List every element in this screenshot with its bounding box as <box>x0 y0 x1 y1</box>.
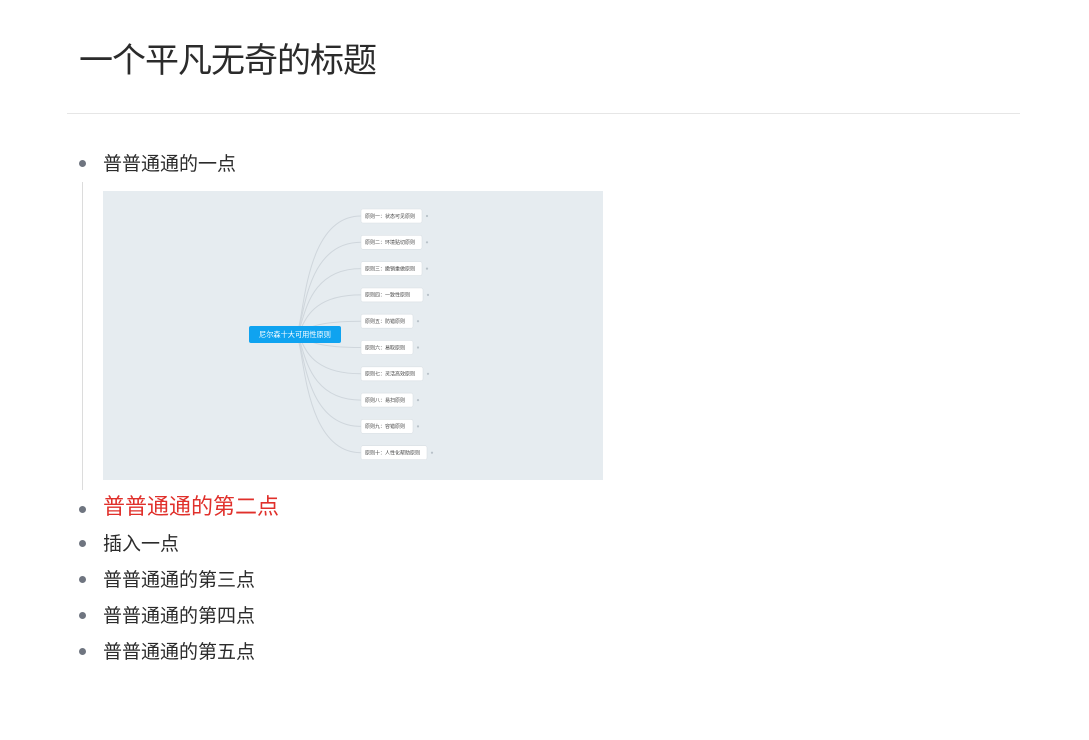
mindmap-connector <box>294 215 362 335</box>
list-item[interactable]: 普普通通的一点 原则一：状态可见原则 原则二：环境贴切原则 原则三：撤销重做原则 原则… <box>72 146 672 490</box>
mindmap-expand-dot-icon <box>416 320 420 323</box>
mindmap-expand-dot-icon <box>416 399 420 402</box>
mindmap-branch-label: 原则八：易扫原则 <box>365 397 405 404</box>
page-title: 一个平凡无奇的标题 <box>79 41 377 81</box>
mindmap-branch-node: 原则十：人性化帮助原则 <box>360 445 434 460</box>
list-item-text[interactable]: 插入一点 <box>103 526 672 562</box>
mindmap-branch-node: 原则六：易取原则 <box>360 340 420 355</box>
list-item-text[interactable]: 普普通通的一点 <box>103 146 672 182</box>
list-item-text[interactable]: 普普通通的第四点 <box>103 598 672 634</box>
mindmap-branch-label: 原则六：易取原则 <box>365 344 405 351</box>
mindmap-branch-label: 原则七：灵活高效原则 <box>365 371 415 378</box>
mindmap-branch-node: 原则三：撤销重做原则 <box>360 261 429 276</box>
mindmap-branch-label: 原则五：防错原则 <box>365 318 405 325</box>
bullet-dot-icon[interactable] <box>79 506 86 513</box>
mindmap-branch-node: 原则七：灵活高效原则 <box>360 366 430 382</box>
document-page: 一个平凡无奇的标题 普普通通的一点 原则一：状态可见原则 原则二：环境贴切原则 原则… <box>0 0 1089 740</box>
list-item-text[interactable]: 普普通通的第五点 <box>103 634 672 670</box>
list-item[interactable]: 普普通通的第二点 <box>72 490 672 526</box>
list-item[interactable]: 插入一点 <box>72 526 672 562</box>
mindmap-expand-dot-icon <box>425 214 429 218</box>
mindmap-branch-label: 原则三：撤销重做原则 <box>365 265 415 272</box>
mindmap-branch-label: 原则四：一致性原则 <box>365 292 410 299</box>
mindmap-expand-dot-icon <box>426 293 430 296</box>
list-item-children: 原则一：状态可见原则 原则二：环境贴切原则 原则三：撤销重做原则 原则四：一致性原则原… <box>82 182 672 490</box>
mindmap-connector <box>294 334 362 454</box>
bullet-list: 普普通通的一点 原则一：状态可见原则 原则二：环境贴切原则 原则三：撤销重做原则 原则… <box>72 146 672 670</box>
list-item-text[interactable]: 普普通通的第三点 <box>103 562 672 598</box>
mindmap-expand-dot-icon <box>425 267 429 270</box>
mindmap-center-node: 尼尔森十大可用性原则 <box>249 326 341 343</box>
mindmap-branch-node: 原则五：防错原则 <box>360 313 420 329</box>
mindmap-branch-label: 原则十：人性化帮助原则 <box>365 450 420 457</box>
mindmap-branch-node: 原则八：易扫原则 <box>360 392 420 408</box>
mindmap-center-label: 尼尔森十大可用性原则 <box>259 330 331 339</box>
bullet-dot-icon[interactable] <box>79 648 86 655</box>
mindmap-branch-label: 原则二：环境贴切原则 <box>365 239 415 246</box>
mindmap-expand-dot-icon <box>416 346 420 349</box>
mindmap-expand-dot-icon <box>416 425 420 428</box>
mindmap-diagram: 原则一：状态可见原则原则二：环境贴切原则原则三：撤销重做原则原则四：一致性原则原… <box>249 208 434 460</box>
mindmap-branch-node: 原则二：环境贴切原则 <box>360 234 429 250</box>
list-item-text[interactable]: 普普通通的第二点 <box>103 490 672 526</box>
list-item[interactable]: 普普通通的第三点 <box>72 562 672 598</box>
list-item[interactable]: 普普通通的第四点 <box>72 598 672 634</box>
title-divider <box>67 113 1020 114</box>
mindmap-branch-label: 原则九：容错原则 <box>365 423 405 430</box>
mindmap-branch-label: 原则一：状态可见原则 <box>365 213 415 220</box>
bullet-dot-icon[interactable] <box>79 576 86 583</box>
mindmap-expand-dot-icon <box>426 372 430 375</box>
mindmap-branch-node: 原则一：状态可见原则 <box>360 208 429 224</box>
bullet-dot-icon[interactable] <box>79 612 86 619</box>
bullet-dot-icon[interactable] <box>79 540 86 547</box>
mindmap-image: 原则一：状态可见原则 原则二：环境贴切原则 原则三：撤销重做原则 原则四：一致性原则原… <box>103 191 603 480</box>
list-item[interactable]: 普普通通的第五点 <box>72 634 672 670</box>
mindmap-expand-dot-icon <box>430 451 434 454</box>
mindmap-expand-dot-icon <box>425 241 429 244</box>
bullet-dot-icon[interactable] <box>79 160 86 167</box>
mindmap-branch-node: 原则四：一致性原则 <box>360 287 430 303</box>
mindmap-branch-node: 原则九：容错原则 <box>360 419 420 434</box>
